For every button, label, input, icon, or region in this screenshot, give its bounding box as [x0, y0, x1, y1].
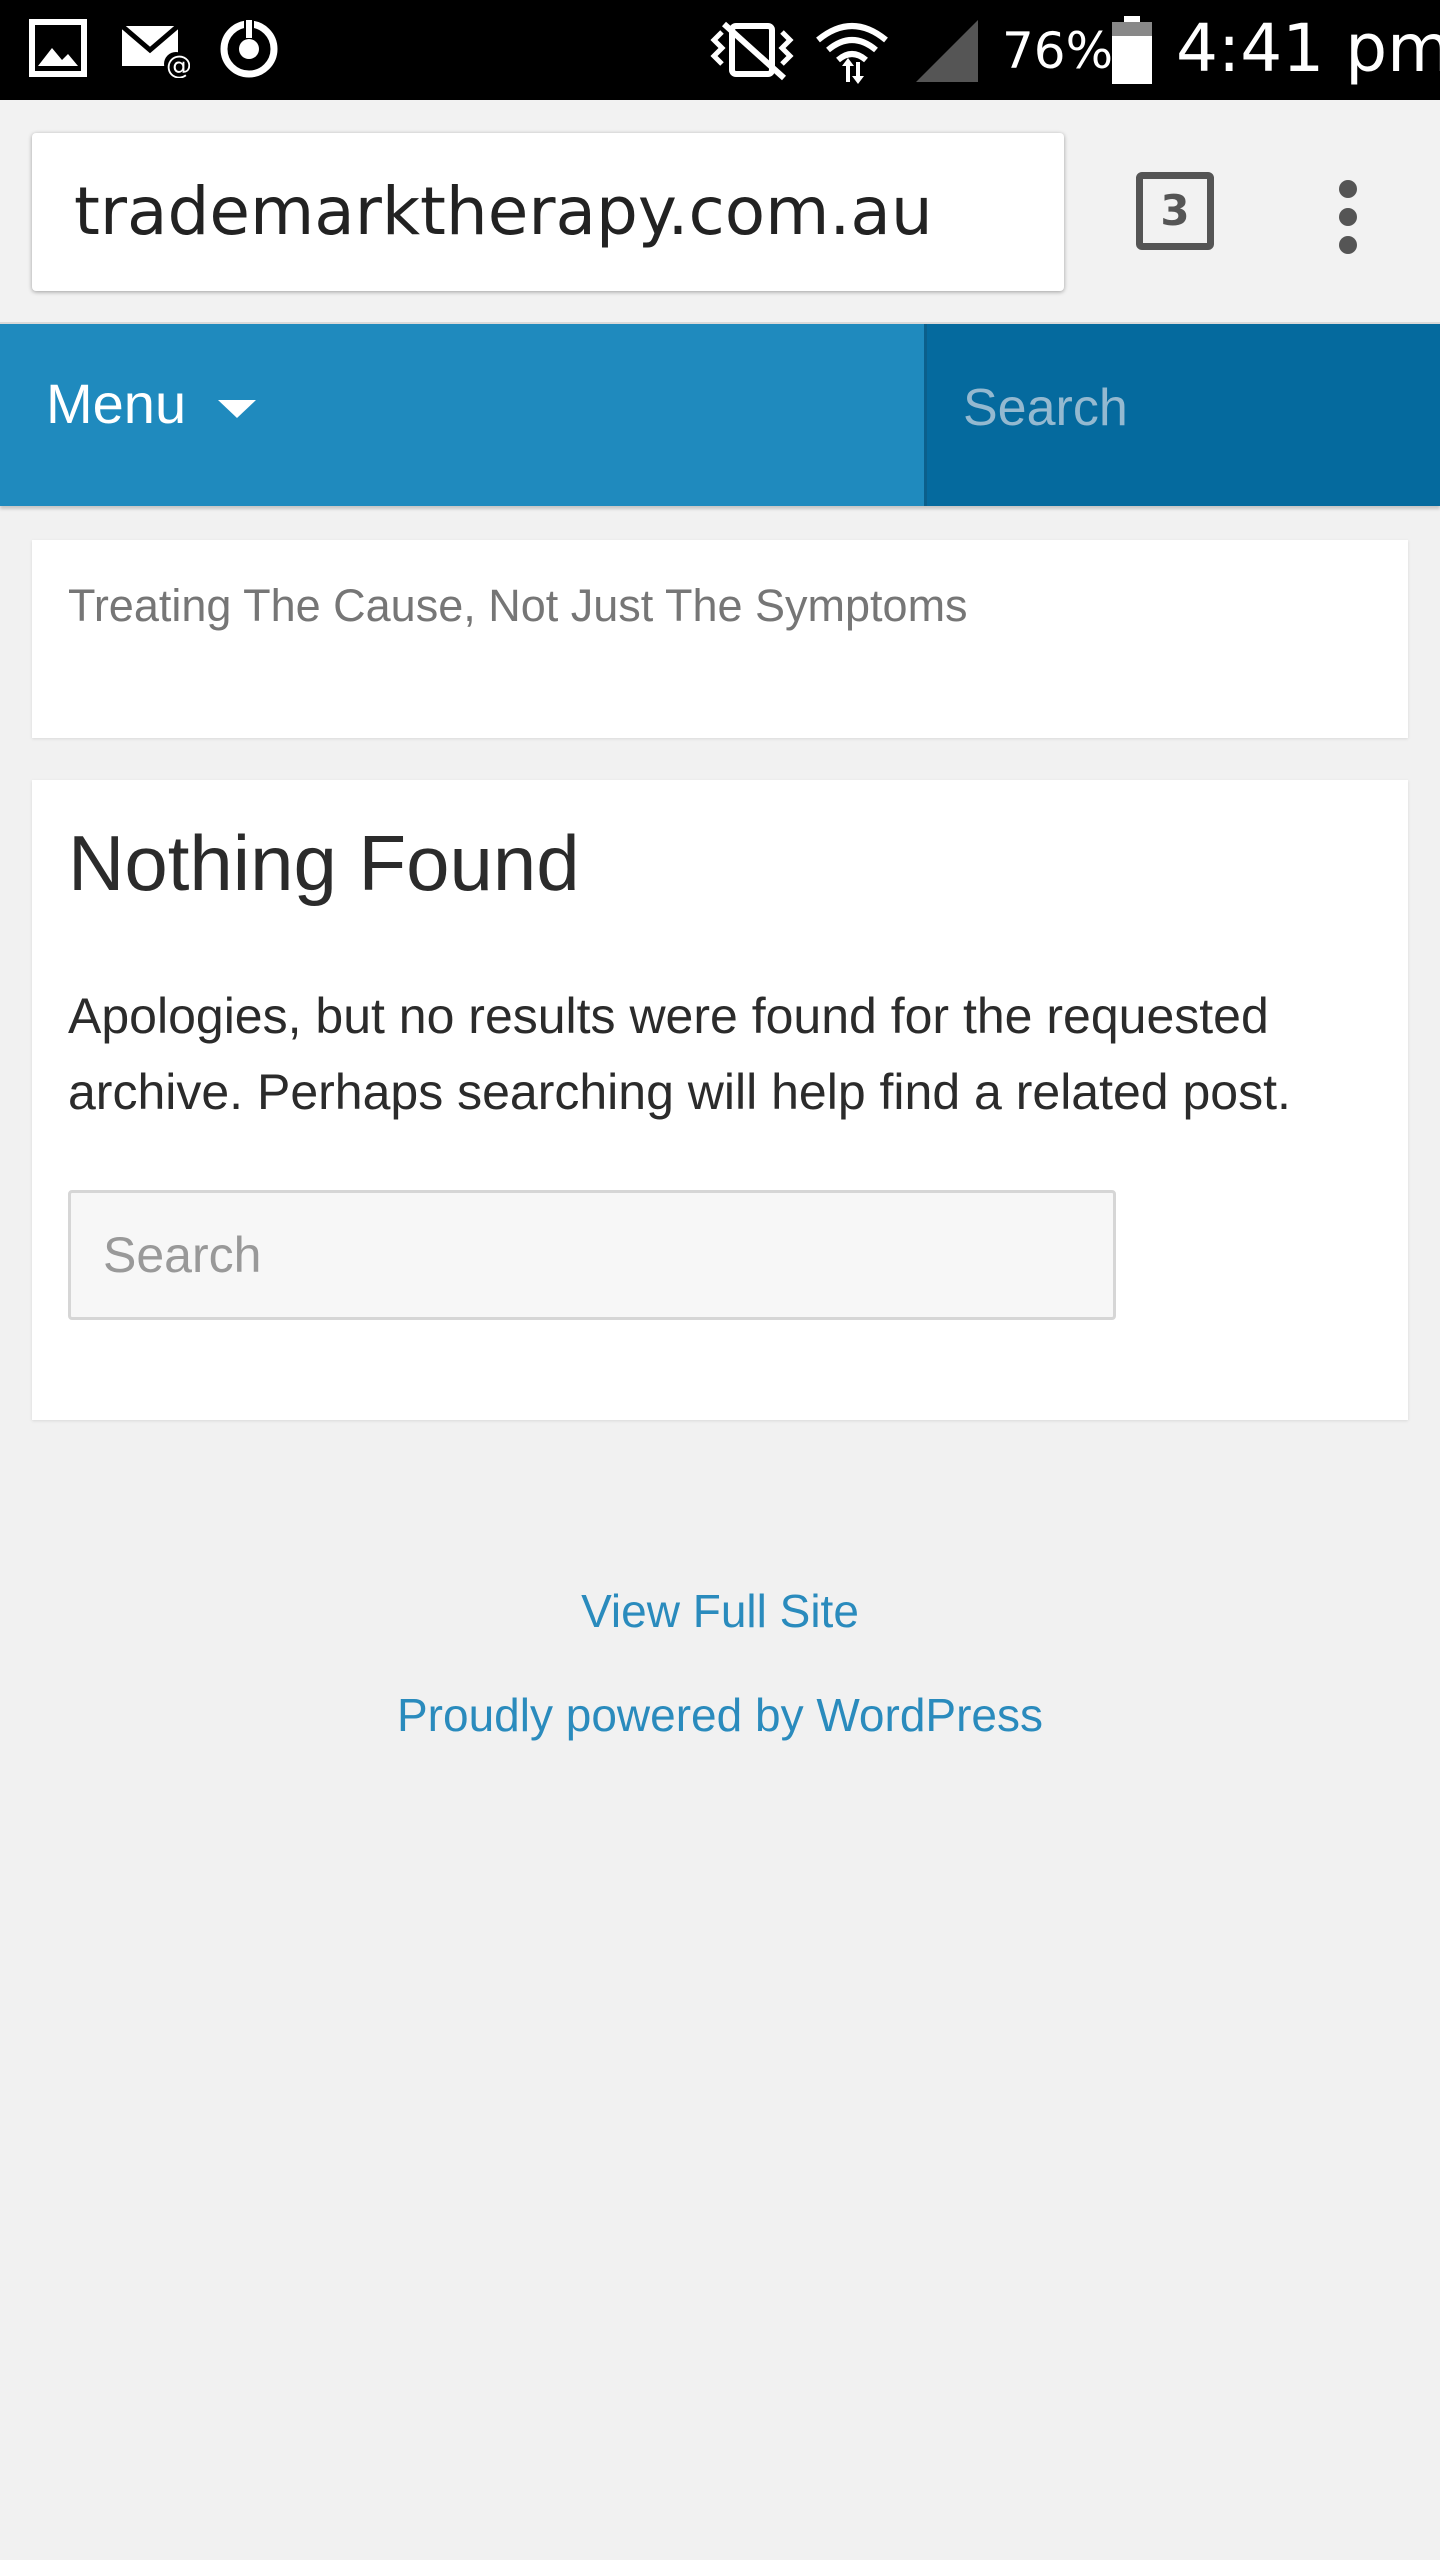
cell-signal-icon [916, 20, 978, 82]
search-input[interactable] [71, 1193, 1113, 1317]
menu-label: Menu [46, 372, 187, 435]
no-results-card: Nothing Found Apologies, but no results … [32, 780, 1408, 1420]
vibrate-mute-icon [710, 21, 794, 81]
gallery-icon [29, 19, 87, 77]
search-form [68, 1190, 1116, 1320]
wifi-icon [816, 23, 888, 84]
battery-icon [1112, 16, 1152, 84]
overflow-menu-icon[interactable] [1318, 176, 1378, 256]
browser-toolbar: trademarktherapy.com.au 3 [0, 100, 1440, 324]
nav-search-input[interactable] [927, 324, 1440, 492]
battery-percent: 76% [1002, 22, 1114, 80]
status-bar: @ 76% 4:41 pm [0, 0, 1440, 100]
menu-toggle-button[interactable]: Menu [0, 324, 924, 506]
clock: 4:41 pm [1176, 10, 1440, 87]
address-bar[interactable]: trademarktherapy.com.au [32, 133, 1064, 291]
view-full-site-link[interactable]: View Full Site [0, 1584, 1440, 1638]
site-navigation: Menu [0, 324, 1440, 506]
email-notification-icon: @ [120, 24, 190, 78]
powered-by-wordpress-link[interactable]: Proudly powered by WordPress [0, 1688, 1440, 1742]
page-title: Nothing Found [68, 819, 580, 907]
tab-switcher-button[interactable]: 3 [1136, 172, 1214, 250]
url-text: trademarktherapy.com.au [74, 173, 933, 250]
chevron-down-icon [218, 400, 256, 418]
nav-search [924, 324, 1440, 506]
svg-text:@: @ [166, 51, 190, 78]
sync-icon [220, 18, 278, 78]
site-tagline: Treating The Cause, Not Just The Symptom… [68, 580, 968, 631]
site-description-card: Treating The Cause, Not Just The Symptom… [32, 540, 1408, 738]
no-results-message: Apologies, but no results were found for… [68, 988, 1291, 1120]
